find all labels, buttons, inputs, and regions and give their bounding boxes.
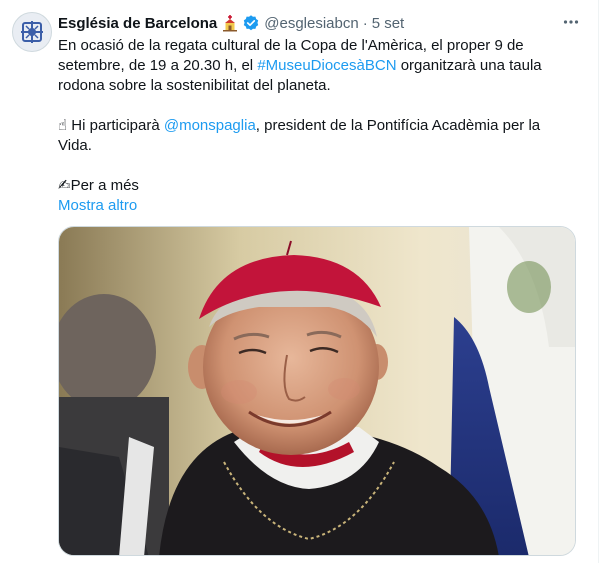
tweet-date[interactable]: 5 set — [372, 15, 405, 32]
avatar[interactable] — [12, 12, 52, 52]
tweet-line-2: setembre, de 19 a 20.30 h, el #MuseuDioc… — [58, 56, 578, 76]
tweet-text: En ocasió de la regata cultural de la Co… — [58, 36, 578, 216]
mention-link[interactable]: @monspaglia — [164, 117, 256, 134]
tweet-photo[interactable] — [58, 226, 576, 556]
tweet-line-6: ✍Per a més — [58, 176, 578, 196]
tweet-line-3: rodona sobre la sostenibilitat del plane… — [58, 76, 578, 96]
diocese-logo-icon — [21, 21, 43, 43]
tweet-text-line: organitzarà una taula — [396, 57, 542, 74]
tweet-text-line: , president de la Pontifícia Acadèmia pe… — [255, 117, 541, 134]
account-handle[interactable]: @esglesiabcn — [264, 15, 358, 32]
tweet-line-4: ☝ Hi participarà @monspaglia, president … — [58, 116, 578, 136]
hashtag-link[interactable]: #MuseuDiocesàBCN — [257, 57, 396, 74]
photo-cardinal — [59, 227, 575, 555]
tweet-line-5: Vida. — [58, 136, 578, 156]
tweet-text-line: Vida. — [58, 137, 92, 154]
tweet-text-line: En ocasió de la regata cultural de la Co… — [58, 37, 524, 54]
account-name[interactable]: Església de Barcelona — [58, 15, 217, 32]
separator-dot: · — [362, 14, 368, 32]
tweet-text-line: ☝ Hi participarà — [58, 117, 164, 134]
church-icon — [221, 14, 239, 32]
tweet-text-line: setembre, de 19 a 20.30 h, el — [58, 57, 258, 74]
tweet-header: Església de Barcelona @esglesiabcn · 5 s… — [58, 13, 581, 33]
tweet-text-line: ✍Per a més — [58, 177, 139, 194]
tweet-text-line: rodona sobre la sostenibilitat del plane… — [58, 77, 331, 94]
tweet-line-1: En ocasió de la regata cultural de la Co… — [58, 36, 578, 56]
show-more-link[interactable]: Mostra altro — [58, 196, 137, 216]
timeline-divider — [598, 0, 599, 563]
tweet-card[interactable]: Església de Barcelona @esglesiabcn · 5 s… — [0, 0, 611, 563]
verified-badge-icon — [242, 14, 260, 32]
more-options-icon[interactable] — [559, 10, 583, 34]
